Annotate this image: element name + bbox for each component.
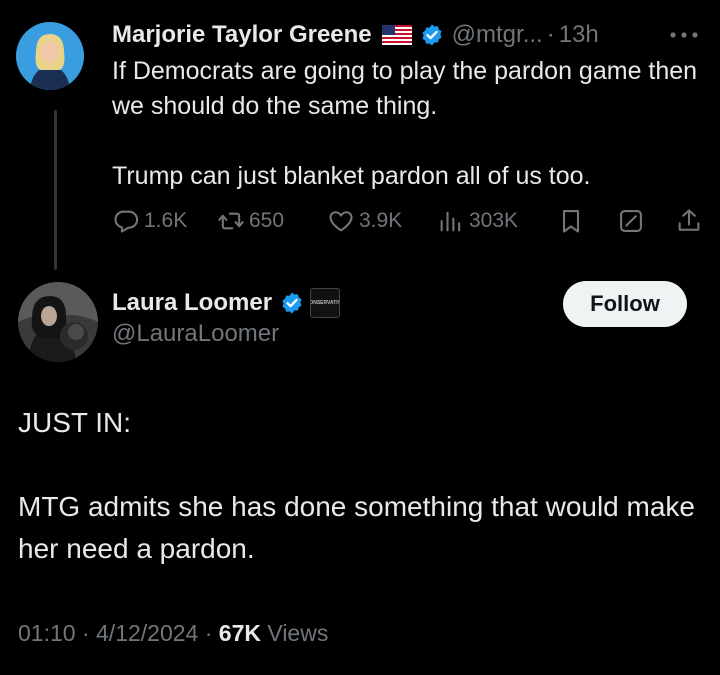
tweet-paragraph: Trump can just blanket pardon all of us … [112, 162, 591, 190]
follow-button[interactable]: Follow [563, 281, 687, 327]
parent-tweet-text: If Democrats are going to play the pardo… [112, 54, 712, 194]
author-handle[interactable]: @LauraLoomer [112, 320, 279, 348]
tweet-paragraph: MTG admits she has done something that w… [18, 491, 696, 564]
avatar-image [16, 22, 84, 90]
tweet-meta: 01:10 · 4/12/2024 · 67K Views [18, 620, 328, 647]
share-icon [678, 209, 700, 231]
separator-dot: · [204, 620, 213, 646]
author-name[interactable]: Laura Loomer [112, 289, 272, 317]
view-count: 303K [469, 209, 519, 232]
repost-button[interactable]: 650 [217, 204, 284, 238]
author-handle[interactable]: @mtgr... [452, 21, 543, 49]
bookmark-button[interactable] [557, 204, 589, 238]
repost-icon [218, 212, 244, 230]
grok-icon [620, 210, 642, 232]
verified-badge-icon [280, 291, 304, 315]
tweet-paragraph: JUST IN: [18, 407, 132, 438]
more-options-icon[interactable] [667, 28, 701, 42]
like-button[interactable]: 3.9K [327, 204, 402, 238]
main-tweet-text: JUST IN: MTG admits she has done somethi… [18, 402, 708, 570]
views-label: Views [267, 620, 329, 646]
share-button[interactable] [675, 204, 707, 238]
tweet-time[interactable]: 01:10 [18, 620, 76, 646]
views-button[interactable]: 303K [437, 204, 518, 238]
author-name[interactable]: Marjorie Taylor Greene [112, 21, 372, 49]
verified-badge-icon [420, 23, 444, 47]
us-flag-icon [381, 25, 412, 45]
separator-dot: · [546, 21, 555, 48]
tweet-timestamp[interactable]: 13h [559, 21, 599, 49]
thread-connector-line [54, 110, 57, 270]
reply-icon [114, 210, 139, 233]
tweet-date[interactable]: 4/12/2024 [96, 620, 198, 646]
like-count: 3.9K [359, 209, 403, 232]
views-count[interactable]: 67K [219, 620, 261, 646]
parent-tweet-header: Marjorie Taylor Greene @mtgr... · 13h [112, 18, 599, 52]
avatar-image [18, 282, 98, 362]
repost-count: 650 [249, 209, 285, 232]
tweet-action-bar: 1.6K 650 3.9K 303K [112, 204, 702, 238]
reply-button[interactable]: 1.6K [112, 204, 187, 238]
separator-dot: · [81, 620, 90, 646]
grok-button[interactable] [617, 204, 649, 238]
tweet-paragraph: If Democrats are going to play the pardo… [112, 57, 698, 120]
avatar-loomer[interactable] [18, 282, 98, 362]
bookmark-icon [562, 210, 580, 233]
avatar-mtg[interactable] [16, 22, 84, 90]
analytics-icon [440, 211, 461, 232]
affiliation-badge[interactable]: CONSERVATIVE [310, 288, 341, 318]
reply-count: 1.6K [144, 209, 188, 232]
main-tweet-author-row: Laura Loomer CONSERVATIVE [112, 286, 341, 320]
heart-icon [329, 211, 353, 232]
